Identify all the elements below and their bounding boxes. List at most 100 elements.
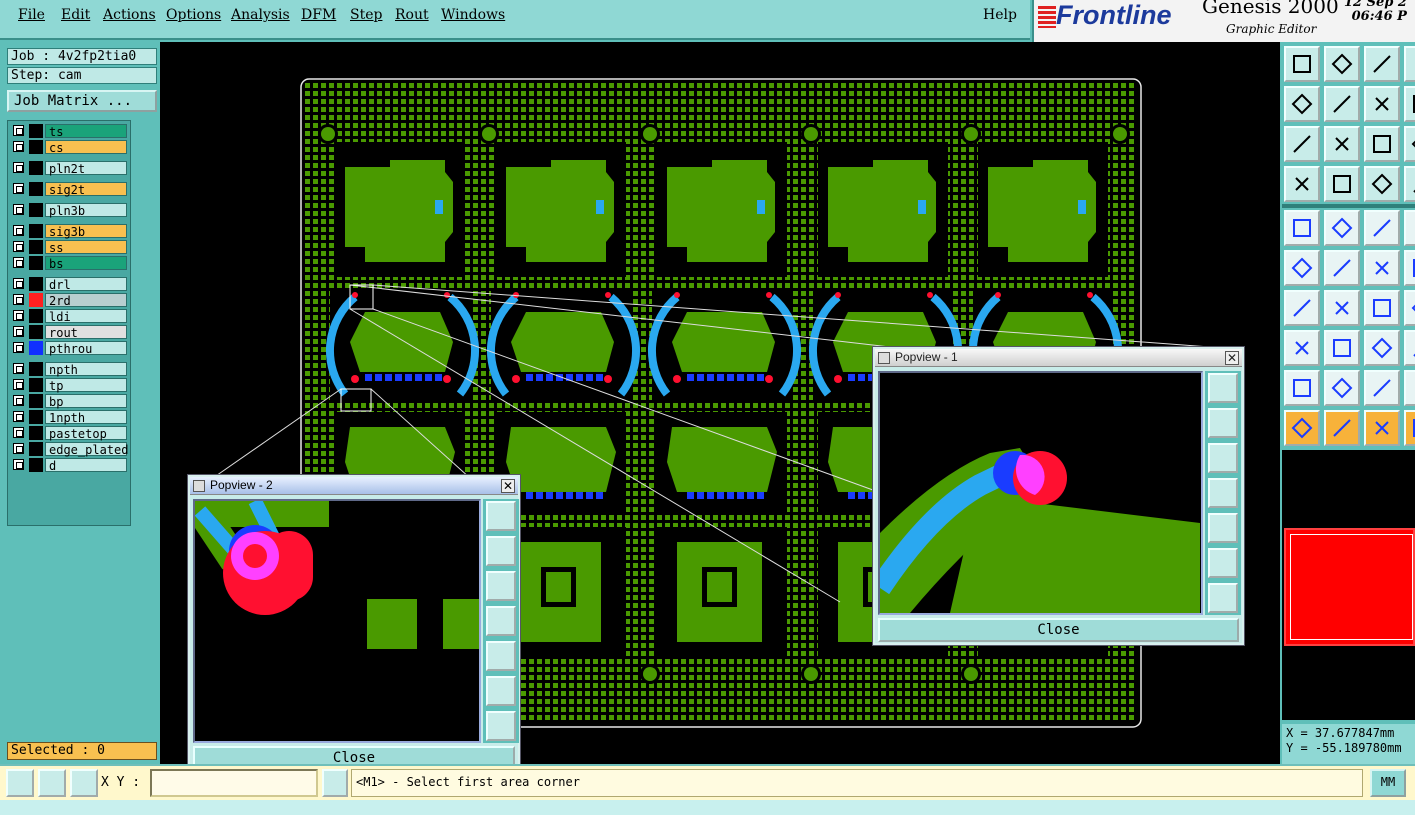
- menu-help[interactable]: Help: [983, 7, 1017, 23]
- pan-right-icon[interactable]: [1208, 513, 1238, 543]
- redo-icon[interactable]: [1404, 86, 1415, 122]
- menu-windows[interactable]: Windows: [441, 7, 505, 23]
- triangle-icon[interactable]: [1284, 370, 1320, 406]
- layer-color-swatch[interactable]: [29, 224, 43, 238]
- close-icon[interactable]: ✕: [501, 479, 515, 493]
- layers-view-icon[interactable]: [1364, 166, 1400, 202]
- layer-checkbox[interactable]: [13, 294, 24, 305]
- open-job-icon[interactable]: [1284, 46, 1320, 82]
- layer-row-rout[interactable]: rout: [10, 325, 130, 340]
- layer-color-swatch[interactable]: [29, 458, 43, 472]
- layer-color-swatch[interactable]: [29, 309, 43, 323]
- polygon-icon[interactable]: [1324, 370, 1360, 406]
- pan-right-icon[interactable]: [486, 641, 516, 671]
- layer-name[interactable]: 1npth: [45, 410, 127, 425]
- layer-color-swatch[interactable]: [29, 161, 43, 175]
- layer-color-swatch[interactable]: [29, 182, 43, 196]
- zoom-out-icon[interactable]: [1208, 583, 1238, 613]
- step-left-icon[interactable]: [1284, 86, 1320, 122]
- scale-1-2-icon[interactable]: [1364, 126, 1400, 162]
- outline-icon[interactable]: [1364, 370, 1400, 406]
- layer-checkbox[interactable]: [13, 363, 24, 374]
- layer-checkbox[interactable]: [13, 241, 24, 252]
- layer-row-d[interactable]: d: [10, 458, 130, 473]
- layer-row-ss[interactable]: ss: [10, 240, 130, 255]
- trace-icon[interactable]: [1324, 330, 1360, 366]
- layer-row-bp[interactable]: bp: [10, 394, 130, 409]
- copy-icon[interactable]: [1404, 250, 1415, 286]
- pan-down-icon[interactable]: [1208, 443, 1238, 473]
- layer-row-ts[interactable]: ts: [10, 124, 130, 139]
- xy-input[interactable]: [150, 769, 318, 797]
- layer-name[interactable]: ts: [45, 124, 127, 139]
- popview-1-canvas[interactable]: [870, 371, 1203, 615]
- save-icon[interactable]: [1324, 46, 1360, 82]
- layer-checkbox[interactable]: [13, 183, 24, 194]
- menu-options[interactable]: Options: [166, 7, 221, 23]
- layer-name[interactable]: sig2t: [45, 182, 127, 197]
- popview-2-canvas[interactable]: [182, 492, 481, 743]
- angle-icon[interactable]: [1284, 290, 1320, 326]
- overview-window[interactable]: [1282, 450, 1415, 720]
- layer-row-pln2t[interactable]: pln2t: [10, 161, 130, 176]
- layer-name[interactable]: ss: [45, 240, 127, 255]
- close-icon[interactable]: ✕: [1225, 351, 1239, 365]
- layer-color-swatch[interactable]: [29, 426, 43, 440]
- pointer-icon[interactable]: [1284, 410, 1320, 446]
- layer-checkbox[interactable]: [13, 310, 24, 321]
- layer-name[interactable]: edge_plated: [45, 442, 128, 457]
- layer-checkbox[interactable]: [13, 278, 24, 289]
- layer-color-swatch[interactable]: [29, 362, 43, 376]
- layer-row-pln3b[interactable]: pln3b: [10, 203, 130, 218]
- layer-row-sig3b[interactable]: sig3b: [10, 224, 130, 239]
- layer-name[interactable]: drl: [45, 277, 127, 292]
- pan-left-icon[interactable]: [1208, 478, 1238, 508]
- step-right-icon[interactable]: [1324, 86, 1360, 122]
- fit-view-icon[interactable]: [486, 501, 516, 531]
- resize-icon[interactable]: [1364, 330, 1400, 366]
- zoom-box-icon[interactable]: [6, 769, 34, 797]
- layer-name[interactable]: pastetop: [45, 426, 127, 441]
- layer-checkbox[interactable]: [13, 443, 24, 454]
- line-icon[interactable]: [1324, 290, 1360, 326]
- layer-name[interactable]: ldi: [45, 309, 127, 324]
- layer-color-swatch[interactable]: [29, 240, 43, 254]
- layer-row-1npth[interactable]: 1npth: [10, 410, 130, 425]
- layer-row-npth[interactable]: npth: [10, 362, 130, 377]
- clear-input-icon[interactable]: [322, 769, 348, 797]
- tools-icon[interactable]: [1284, 166, 1320, 202]
- grid-icon[interactable]: [70, 769, 98, 797]
- layer-checkbox[interactable]: [13, 162, 24, 173]
- layer-name[interactable]: bs: [45, 256, 127, 271]
- layer-name[interactable]: 2rd: [45, 293, 127, 308]
- layer-row-ldi[interactable]: ldi: [10, 309, 130, 324]
- layer-row-2rd[interactable]: 2rd: [10, 293, 130, 308]
- grid-icon[interactable]: [1324, 166, 1360, 202]
- ruler-icon[interactable]: [1364, 210, 1400, 246]
- fit-icon[interactable]: [1284, 126, 1320, 162]
- units-button[interactable]: MM: [1370, 769, 1406, 797]
- layer-row-pthrou[interactable]: pthrou: [10, 341, 130, 356]
- pan-up-icon[interactable]: [1208, 408, 1238, 438]
- layer-checkbox[interactable]: [13, 395, 24, 406]
- pointer-extra-icon[interactable]: [1404, 410, 1415, 446]
- layer-row-bs[interactable]: bs: [10, 256, 130, 271]
- select-point-icon[interactable]: [1284, 210, 1320, 246]
- layer-color-swatch[interactable]: [29, 293, 43, 307]
- break-icon[interactable]: [1404, 290, 1415, 326]
- menu-file[interactable]: File: [18, 7, 45, 23]
- layer-name[interactable]: sig3b: [45, 224, 127, 239]
- fill-icon[interactable]: [1404, 370, 1415, 406]
- pad-icon[interactable]: [1284, 330, 1320, 366]
- popview-1-titlebar[interactable]: Popview - 1 ✕: [875, 349, 1242, 367]
- pointer-box-icon[interactable]: [1324, 410, 1360, 446]
- zoom-in-icon[interactable]: [1208, 548, 1238, 578]
- layer-checkbox[interactable]: [13, 125, 24, 136]
- layer-color-swatch[interactable]: [29, 325, 43, 339]
- center-icon[interactable]: [1324, 126, 1360, 162]
- home-icon[interactable]: [1364, 46, 1400, 82]
- mirror-icon[interactable]: [1404, 330, 1415, 366]
- layer-color-swatch[interactable]: [29, 341, 43, 355]
- layer-checkbox[interactable]: [13, 326, 24, 337]
- move-icon[interactable]: [1364, 250, 1400, 286]
